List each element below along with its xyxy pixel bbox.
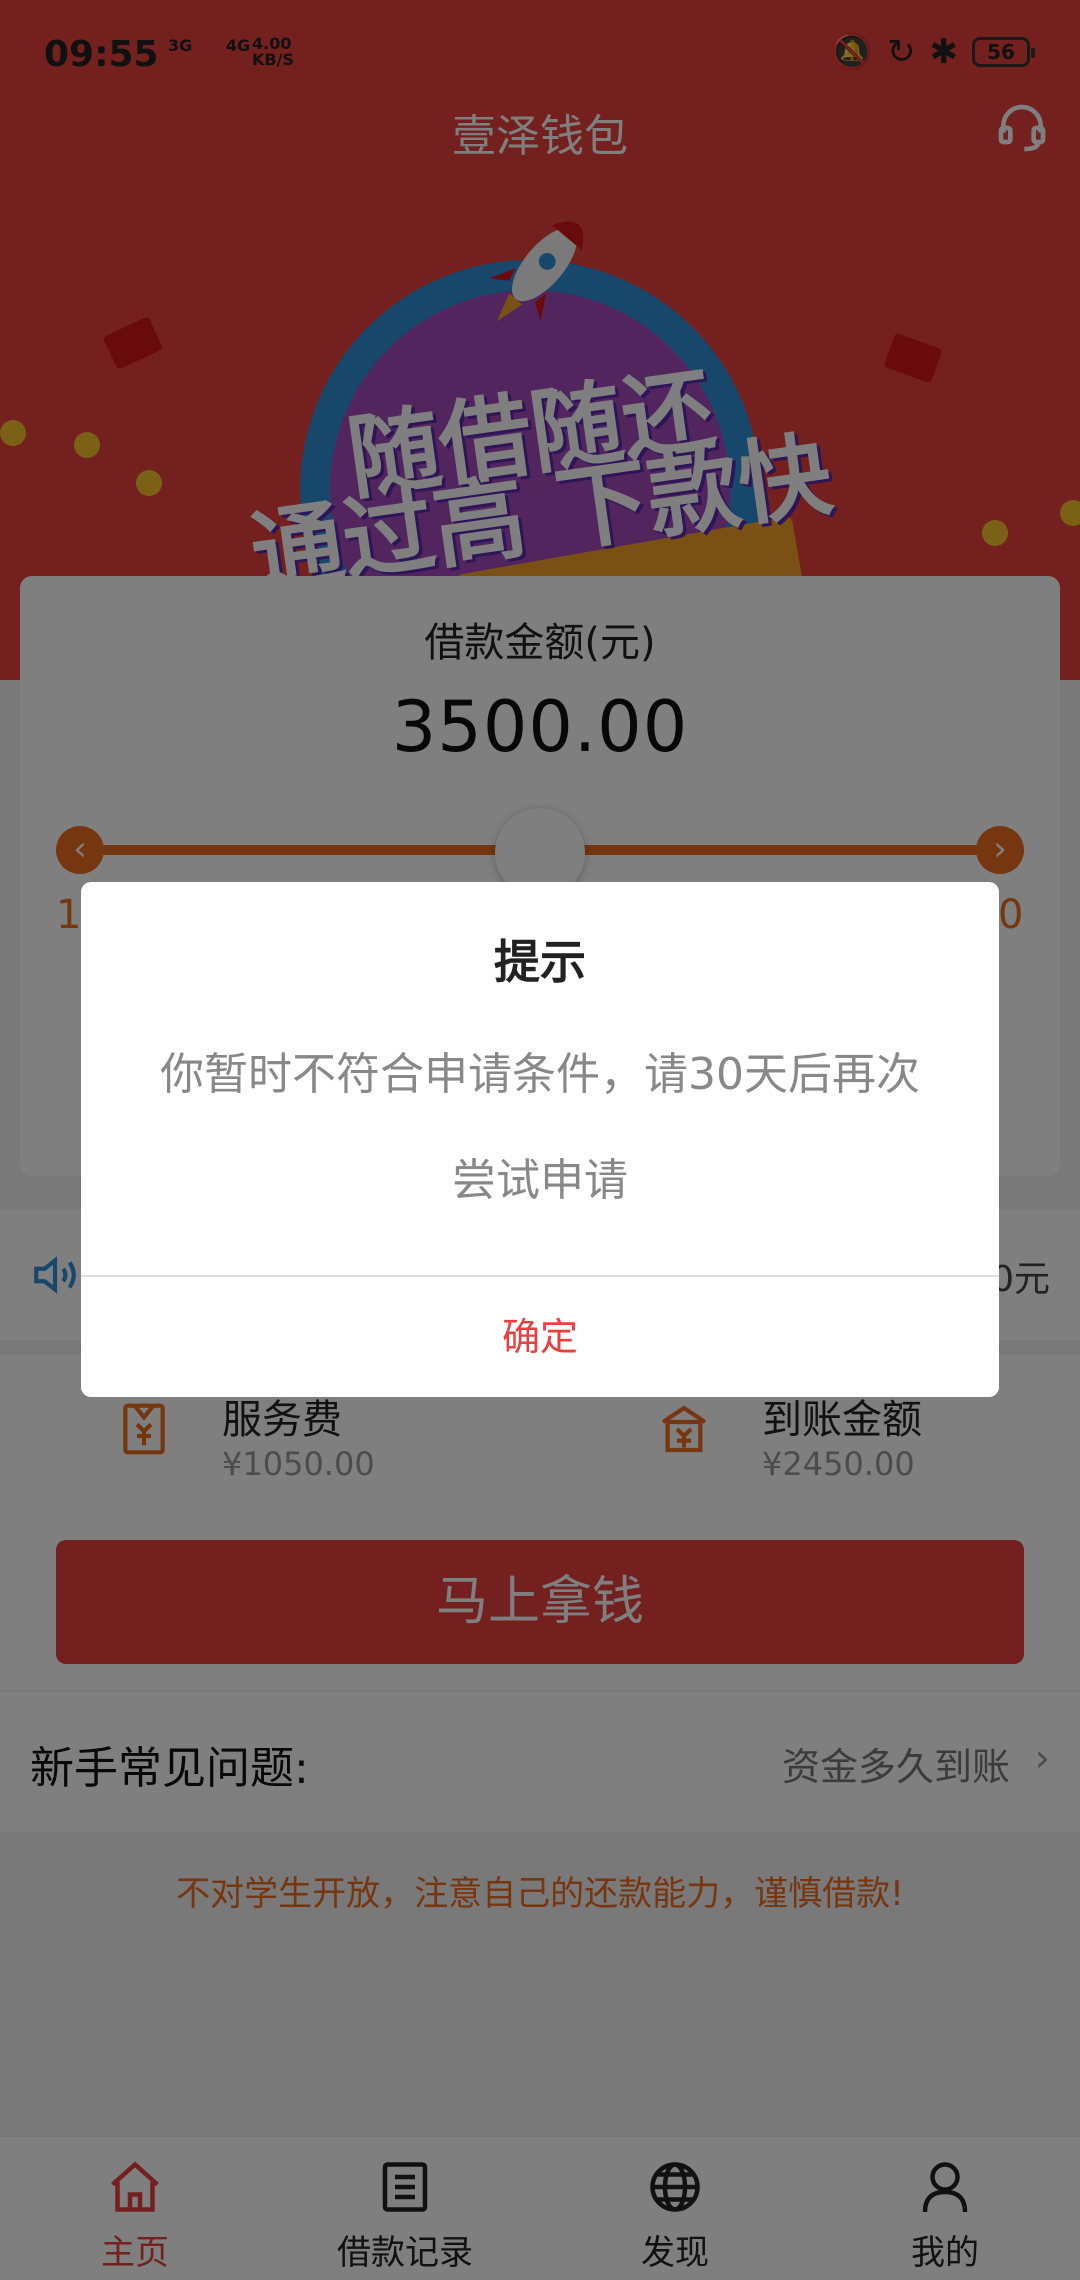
dialog-title: 提示 bbox=[494, 935, 586, 989]
dialog-message: 你暂时不符合申请条件，请30天后再次尝试申请 bbox=[160, 1049, 920, 1206]
confirm-button[interactable]: 确定 bbox=[81, 1277, 999, 1397]
alert-dialog: 提示 你暂时不符合申请条件，请30天后再次尝试申请 确定 bbox=[81, 882, 999, 1397]
